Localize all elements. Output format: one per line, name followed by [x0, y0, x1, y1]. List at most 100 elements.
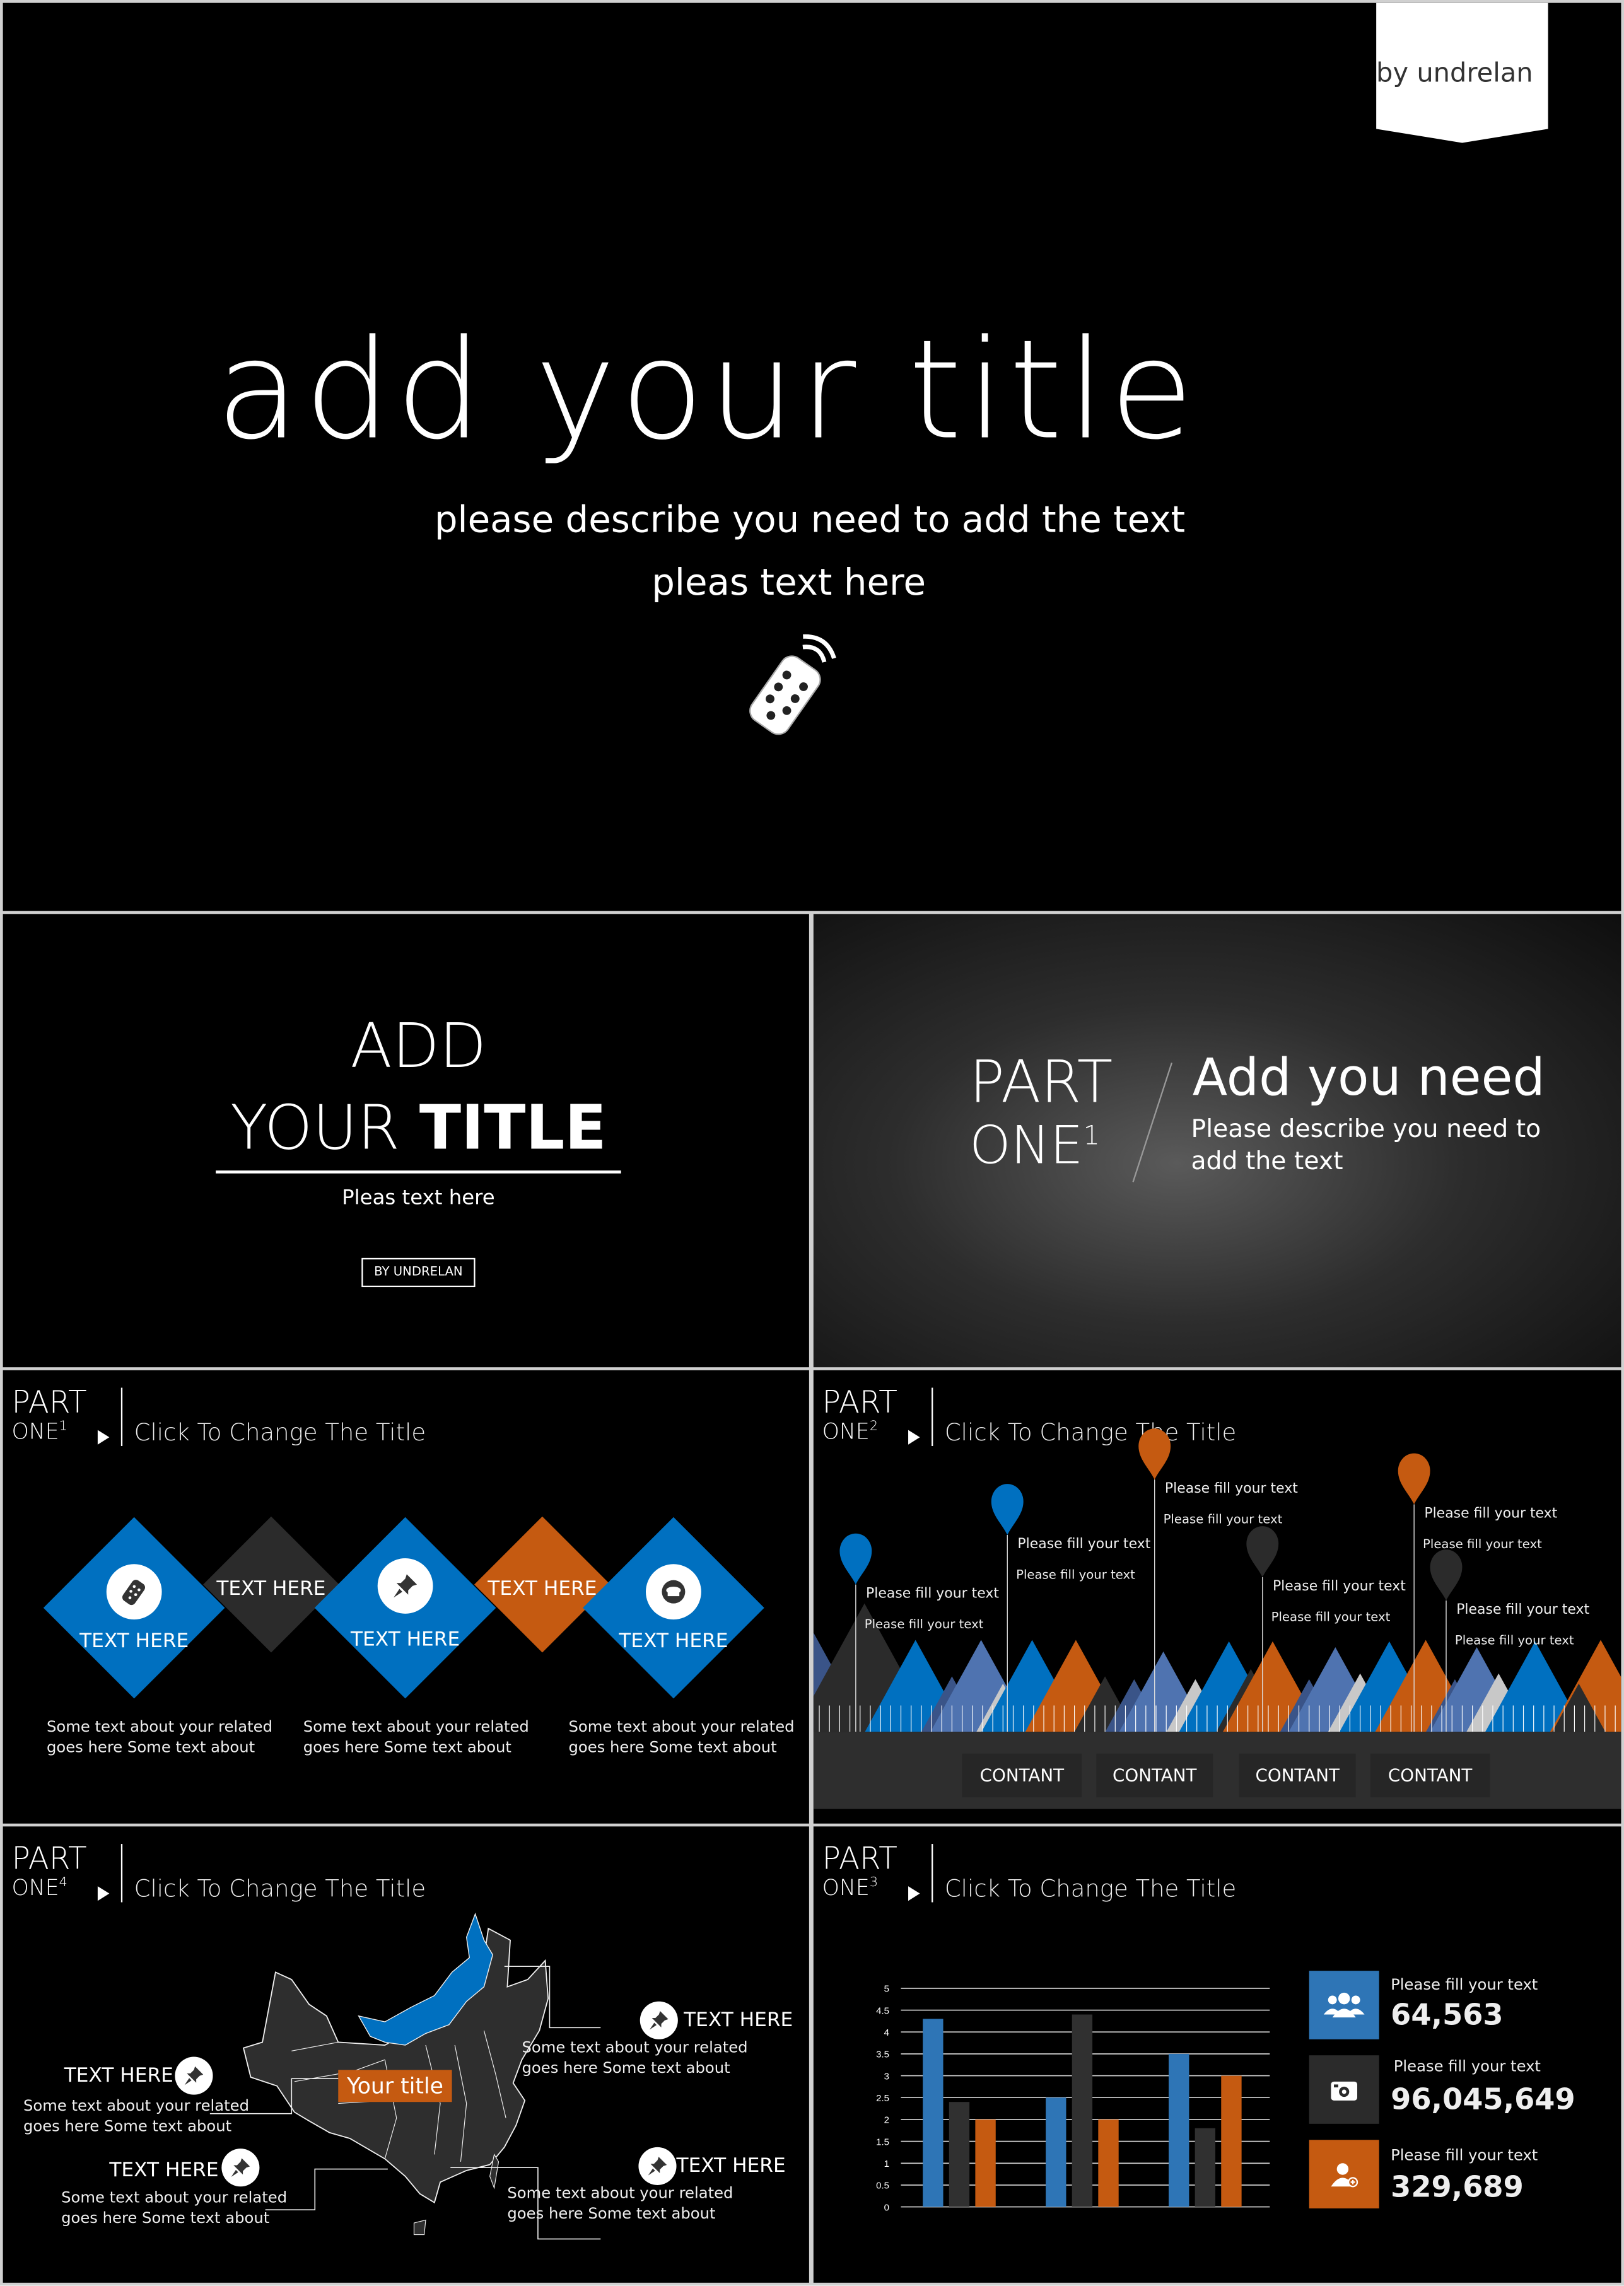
remote-control-icon — [106, 1564, 162, 1620]
y-tick-label: 5 — [884, 1984, 889, 1995]
balloon-text: Please fill your text — [1423, 1537, 1542, 1553]
stat-label-1: Please fill your text — [1391, 1976, 1538, 1995]
header-number: 3 — [869, 1875, 879, 1891]
section-part: PART — [969, 1049, 1113, 1117]
map-hainan — [413, 2219, 426, 2236]
stat-box-users — [1309, 1971, 1379, 2039]
diamond-label-5: TEXT HERE — [619, 1630, 728, 1653]
y-tick-label: 3 — [884, 2071, 889, 2082]
bar — [923, 2019, 943, 2207]
callout-1-line-2: goes here Some text about — [522, 2060, 730, 2077]
callout-title-3: TEXT HERE — [109, 2159, 219, 2183]
cover-subtitle-1: please describe you need to add the text — [434, 498, 1186, 541]
header-divider — [932, 1844, 933, 1903]
balloon-text: Please fill your text — [1271, 1611, 1391, 1626]
caption-2: Some text about your related goes here So… — [303, 1717, 529, 1758]
contant-button-2[interactable]: CONTANT — [1096, 1753, 1213, 1798]
stat-value-2: 96,045,649 — [1391, 2081, 1575, 2117]
callout-4-line-1: Some text about your related — [507, 2184, 733, 2203]
caption-3: Some text about your related goes here So… — [568, 1717, 794, 1758]
pushpin-icon — [640, 2001, 678, 2039]
pushpin-icon — [638, 2147, 677, 2185]
y-tick-label: 0.5 — [876, 2181, 889, 2191]
diamond-label-2: TEXT HERE — [216, 1577, 326, 1601]
y-tick-label: 3.5 — [876, 2050, 889, 2060]
slide-cover[interactable]: by undrelan add your title please descri… — [3, 3, 1621, 911]
remote-control-icon — [749, 634, 836, 735]
stat-label-3: Please fill your text — [1391, 2147, 1538, 2165]
slide-diamonds[interactable]: PART ONE1 Click To Change The Title TEXT… — [3, 1370, 809, 1824]
y-tick-label: 2.5 — [876, 2093, 889, 2104]
callout-4-line-2: goes here Some text about — [507, 2205, 716, 2224]
author-badge-text: by undrelan — [1376, 58, 1533, 90]
title-subtitle: Pleas text here — [342, 1186, 495, 1210]
balloon-title: Please fill your text — [1017, 1536, 1151, 1553]
author-button[interactable]: BY UNDRELAN — [361, 1257, 476, 1288]
header-divider — [120, 1387, 123, 1447]
callout-title-4: TEXT HERE — [676, 2154, 786, 2178]
balloon-title: Please fill your text — [1456, 1602, 1590, 1618]
title-bold: TITLE — [419, 1092, 607, 1163]
bar — [949, 2102, 970, 2207]
header-title[interactable]: Click To Change The Title — [945, 1875, 1236, 1903]
caption-1: Some text about your related goes here So… — [47, 1717, 272, 1758]
bar — [1098, 2119, 1119, 2207]
pushpin-icon — [221, 2149, 260, 2187]
callout-3-line-1: Some text about your related — [61, 2189, 288, 2207]
balloon-text: Please fill your text — [1016, 1568, 1135, 1583]
slide-chart[interactable]: PART ONE3 Click To Change The Title 0 0.5… — [813, 1826, 1621, 2283]
diamond-label-3: TEXT HERE — [351, 1628, 460, 1652]
camera-icon — [1331, 2080, 1358, 2100]
section-slash — [1132, 1062, 1173, 1182]
bar — [1169, 2053, 1189, 2207]
title-line-2: YOUR TITLE — [3, 1092, 809, 1163]
stat-box-add-user — [1309, 2140, 1379, 2208]
map-mainland — [242, 1927, 549, 2204]
slide-balloons[interactable]: PART ONE2 Click To Change The Title Plea… — [813, 1370, 1621, 1824]
y-tick-label: 1 — [884, 2159, 889, 2169]
header-number: 1 — [59, 1420, 67, 1435]
bar — [1221, 2075, 1242, 2207]
bar-chart: 0 0.5 1 1.5 2 2.5 3 3.5 4 4.5 5 — [876, 1984, 1270, 2213]
slide-section[interactable]: PART ONE1 Add you need Please describe y… — [813, 914, 1621, 1368]
y-tick-label: 4.5 — [876, 2005, 889, 2016]
cover-subtitle-2: pleas text here — [651, 561, 926, 604]
diamond-label-1: TEXT HERE — [79, 1630, 189, 1653]
header-part: PART — [822, 1841, 897, 1876]
pushpin-icon — [377, 1558, 433, 1614]
balloon-orange — [1398, 1453, 1430, 1505]
header-title[interactable]: Click To Change The Title — [134, 1418, 426, 1446]
section-desc-1: Please describe you need to — [1191, 1115, 1541, 1145]
section-one-text: ONE — [969, 1116, 1084, 1177]
header-one: ONE1 — [11, 1421, 67, 1443]
stat-value-3: 329,689 — [1391, 2169, 1524, 2204]
stat-label-2: Please fill your text — [1393, 2058, 1541, 2076]
contant-button-1[interactable]: CONTANT — [962, 1753, 1082, 1798]
balloon-title: Please fill your text — [1272, 1578, 1406, 1595]
diamond-label-4: TEXT HERE — [488, 1577, 597, 1601]
map-title-label: Your title — [338, 2070, 452, 2102]
contant-button-3[interactable]: CONTANT — [1239, 1753, 1356, 1798]
pushpin-icon — [175, 2056, 213, 2095]
y-tick-label: 1.5 — [876, 2137, 889, 2147]
bar — [1072, 2014, 1093, 2207]
caption-3-line-1: Some text about your related — [568, 1718, 795, 1736]
slide-map[interactable]: PART ONE4 Click To Change The Title Your… — [3, 1826, 809, 2283]
slide-title[interactable]: ADD YOUR TITLE Pleas text here BY UNDREL… — [3, 914, 809, 1368]
y-tick-label: 2 — [884, 2115, 889, 2126]
callout-2-line-1: Some text about your related — [23, 2097, 250, 2115]
section-one: ONE1 — [969, 1120, 1100, 1174]
coffee-cup-icon — [645, 1564, 701, 1620]
caption-3-line-2: goes here Some text about — [568, 1739, 777, 1757]
balloon-dark — [1430, 1549, 1463, 1601]
contant-button-4[interactable]: CONTANT — [1370, 1753, 1490, 1798]
caption-2-line-2: goes here Some text about — [303, 1739, 511, 1757]
add-user-icon — [1331, 2162, 1358, 2187]
cover-title: add your title — [216, 312, 1198, 471]
balloon-text: Please fill your text — [1163, 1513, 1283, 1528]
callout-2-line-2: goes here Some text about — [23, 2118, 232, 2136]
balloon-title: Please fill your text — [1424, 1505, 1558, 1522]
header-one-text: ONE — [11, 1418, 59, 1445]
balloon-title: Please fill your text — [866, 1585, 999, 1602]
caption-1-line-2: goes here Some text about — [46, 1739, 255, 1757]
